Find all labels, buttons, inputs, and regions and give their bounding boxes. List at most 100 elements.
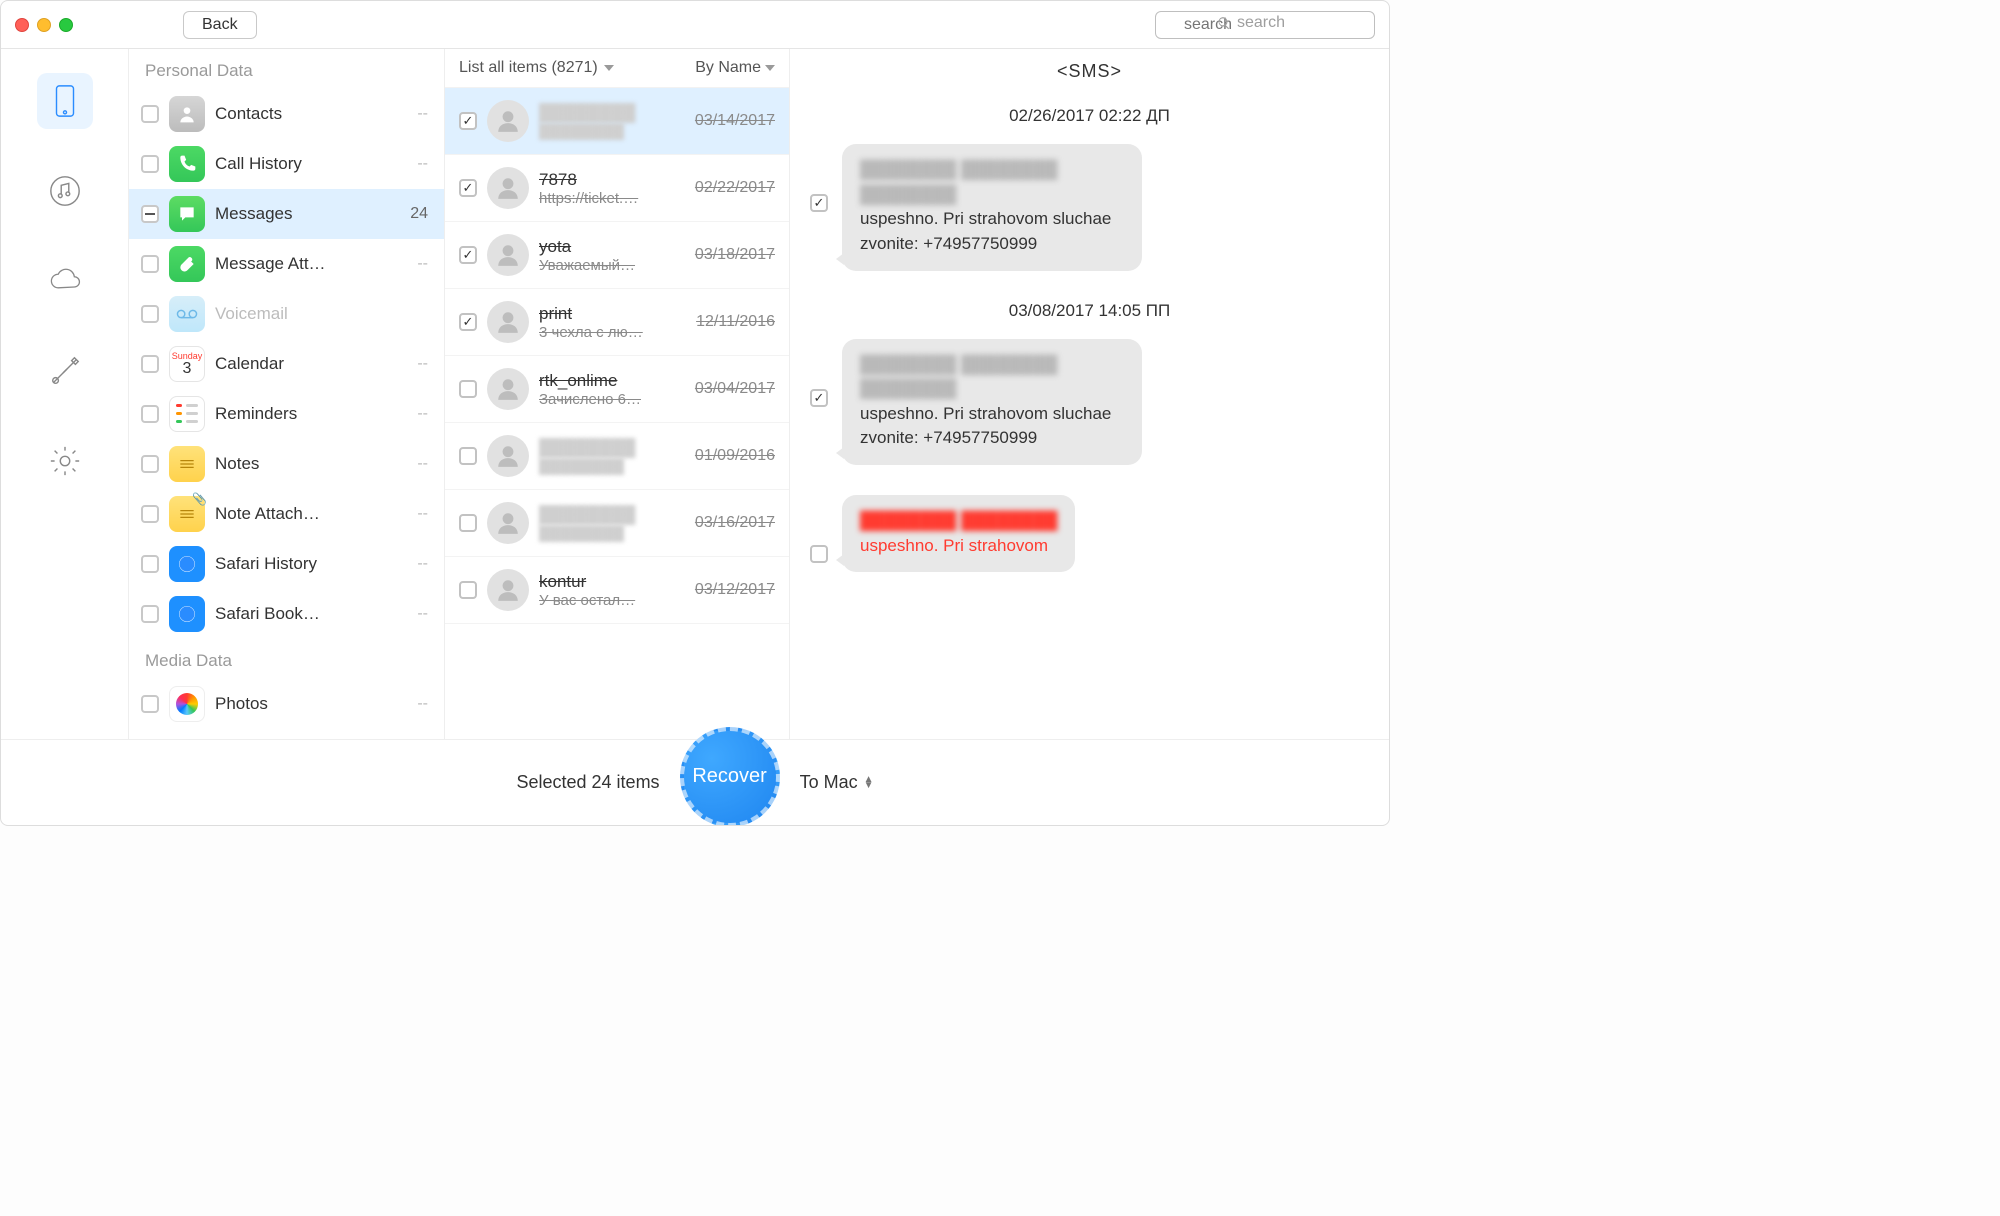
category-checkbox[interactable] xyxy=(141,205,159,223)
message-checkbox[interactable] xyxy=(810,389,828,407)
category-label: Notes xyxy=(215,454,417,474)
item-name: kontur xyxy=(539,572,685,592)
item-checkbox[interactable] xyxy=(459,112,477,130)
search-input[interactable] xyxy=(1155,11,1375,39)
message-checkbox[interactable] xyxy=(810,194,828,212)
item-name: yota xyxy=(539,237,685,257)
avatar-icon xyxy=(487,368,529,410)
category-checkbox[interactable] xyxy=(141,505,159,523)
category-checkbox[interactable] xyxy=(141,555,159,573)
item-name: 7878 xyxy=(539,170,685,190)
cloud-icon xyxy=(48,264,82,298)
close-window-icon[interactable] xyxy=(15,18,29,32)
item-checkbox[interactable] xyxy=(459,581,477,599)
avatar-icon xyxy=(487,234,529,276)
category-checkbox[interactable] xyxy=(141,605,159,623)
category-count: -- xyxy=(417,605,434,623)
category-count: -- xyxy=(417,555,434,573)
rail-settings[interactable] xyxy=(37,433,93,489)
category-messages[interactable]: Messages24 xyxy=(129,189,444,239)
left-rail xyxy=(1,49,129,739)
rail-tools[interactable] xyxy=(37,343,93,399)
category-header-media: Media Data xyxy=(129,639,444,679)
avatar-icon xyxy=(487,502,529,544)
category-label: Reminders xyxy=(215,404,417,424)
avatar-icon xyxy=(487,301,529,343)
search-icon xyxy=(1217,16,1231,30)
category-list[interactable]: Personal Data Contacts--Call History--Me… xyxy=(129,49,445,739)
item-date: 03/18/2017 xyxy=(695,246,775,264)
category-callhistory[interactable]: Call History-- xyxy=(129,139,444,189)
item-text: yotaУважаемый… xyxy=(539,237,685,274)
minimize-window-icon[interactable] xyxy=(37,18,51,32)
destination-selector[interactable]: To Mac ▲▼ xyxy=(800,772,874,793)
destination-label: To Mac xyxy=(800,772,858,793)
item-checkbox[interactable] xyxy=(459,179,477,197)
items-header: List all items (8271) By Name xyxy=(445,49,789,88)
item-checkbox[interactable] xyxy=(459,313,477,331)
message-block: ████████ ████████uspeshno. Pri strahovom xyxy=(810,495,1369,572)
category-count: -- xyxy=(417,355,434,373)
item-checkbox[interactable] xyxy=(459,380,477,398)
category-safarihistory[interactable]: Safari History-- xyxy=(129,539,444,589)
items-sort-dropdown[interactable]: By Name xyxy=(695,59,775,77)
category-label: Safari History xyxy=(215,554,417,574)
category-label: Voicemail xyxy=(215,304,428,324)
message-item[interactable]: ████████████████03/14/2017 xyxy=(445,88,789,155)
item-date: 02/22/2017 xyxy=(695,179,775,197)
category-checkbox[interactable] xyxy=(141,155,159,173)
item-checkbox[interactable] xyxy=(459,246,477,264)
rail-cloud[interactable] xyxy=(37,253,93,309)
detail-body[interactable]: 02/26/2017 02:22 ДП████████ ████████ ███… xyxy=(790,98,1389,739)
category-checkbox[interactable] xyxy=(141,405,159,423)
message-item[interactable]: yotaУважаемый… 03/18/2017 xyxy=(445,222,789,289)
category-checkbox[interactable] xyxy=(141,105,159,123)
category-contacts[interactable]: Contacts-- xyxy=(129,89,444,139)
message-bubble: ████████ ████████uspeshno. Pri strahovom xyxy=(842,495,1075,572)
category-notes[interactable]: Notes-- xyxy=(129,439,444,489)
items-filter-dropdown[interactable]: List all items (8271) xyxy=(459,59,614,77)
category-checkbox[interactable] xyxy=(141,455,159,473)
item-date: 03/14/2017 xyxy=(695,112,775,130)
message-item[interactable]: 7878https://ticket.… 02/22/2017 xyxy=(445,155,789,222)
recover-button[interactable]: Recover xyxy=(680,727,780,827)
message-item[interactable]: ████████████████01/09/2016 xyxy=(445,423,789,490)
message-checkbox[interactable] xyxy=(810,545,828,563)
back-button[interactable]: Back xyxy=(183,11,257,39)
category-reminders[interactable]: Reminders-- xyxy=(129,389,444,439)
rail-media[interactable] xyxy=(37,163,93,219)
message-item[interactable]: rtk_onlimeЗачислено 6…03/04/2017 xyxy=(445,356,789,423)
item-checkbox[interactable] xyxy=(459,514,477,532)
category-checkbox[interactable] xyxy=(141,695,159,713)
item-subtitle: ████████ xyxy=(539,525,685,542)
message-timestamp: 03/08/2017 14:05 ПП xyxy=(810,301,1369,321)
category-photos[interactable]: Photos-- xyxy=(129,679,444,729)
category-voicemail[interactable]: Voicemail xyxy=(129,289,444,339)
message-block: ████████ ████████ ████████uspeshno. Pri … xyxy=(810,144,1369,271)
category-noteattach[interactable]: Note Attach…-- xyxy=(129,489,444,539)
item-subtitle: https://ticket.… xyxy=(539,190,685,207)
category-calendar[interactable]: Sunday3Calendar-- xyxy=(129,339,444,389)
item-text: ████████████████ xyxy=(539,438,685,475)
rail-device[interactable] xyxy=(37,73,93,129)
item-subtitle: Зачислено 6… xyxy=(539,391,685,408)
detail-pane: <SMS> 02/26/2017 02:22 ДП████████ ██████… xyxy=(790,49,1389,739)
category-checkbox[interactable] xyxy=(141,305,159,323)
category-checkbox[interactable] xyxy=(141,355,159,373)
zoom-window-icon[interactable] xyxy=(59,18,73,32)
item-text: ████████████████ xyxy=(539,505,685,542)
message-item[interactable]: konturУ вас остал…03/12/2017 xyxy=(445,557,789,624)
message-redacted-text: ████████ ████████ ████████ xyxy=(860,158,1124,207)
message-item[interactable]: ████████████████03/16/2017 xyxy=(445,490,789,557)
item-checkbox[interactable] xyxy=(459,447,477,465)
message-item[interactable]: print3 чехла с лю…12/11/2016 xyxy=(445,289,789,356)
category-messageatt[interactable]: Message Att…-- xyxy=(129,239,444,289)
category-label: Messages xyxy=(215,204,410,224)
category-checkbox[interactable] xyxy=(141,255,159,273)
items-sort-label: By Name xyxy=(695,59,761,77)
category-safaribook[interactable]: Safari Book…-- xyxy=(129,589,444,639)
items-body[interactable]: ████████████████03/14/20177878https://ti… xyxy=(445,88,789,739)
message-redacted-text: ████████ ████████ ████████ xyxy=(860,353,1124,402)
category-count: -- xyxy=(417,405,434,423)
tools-icon xyxy=(48,354,82,388)
